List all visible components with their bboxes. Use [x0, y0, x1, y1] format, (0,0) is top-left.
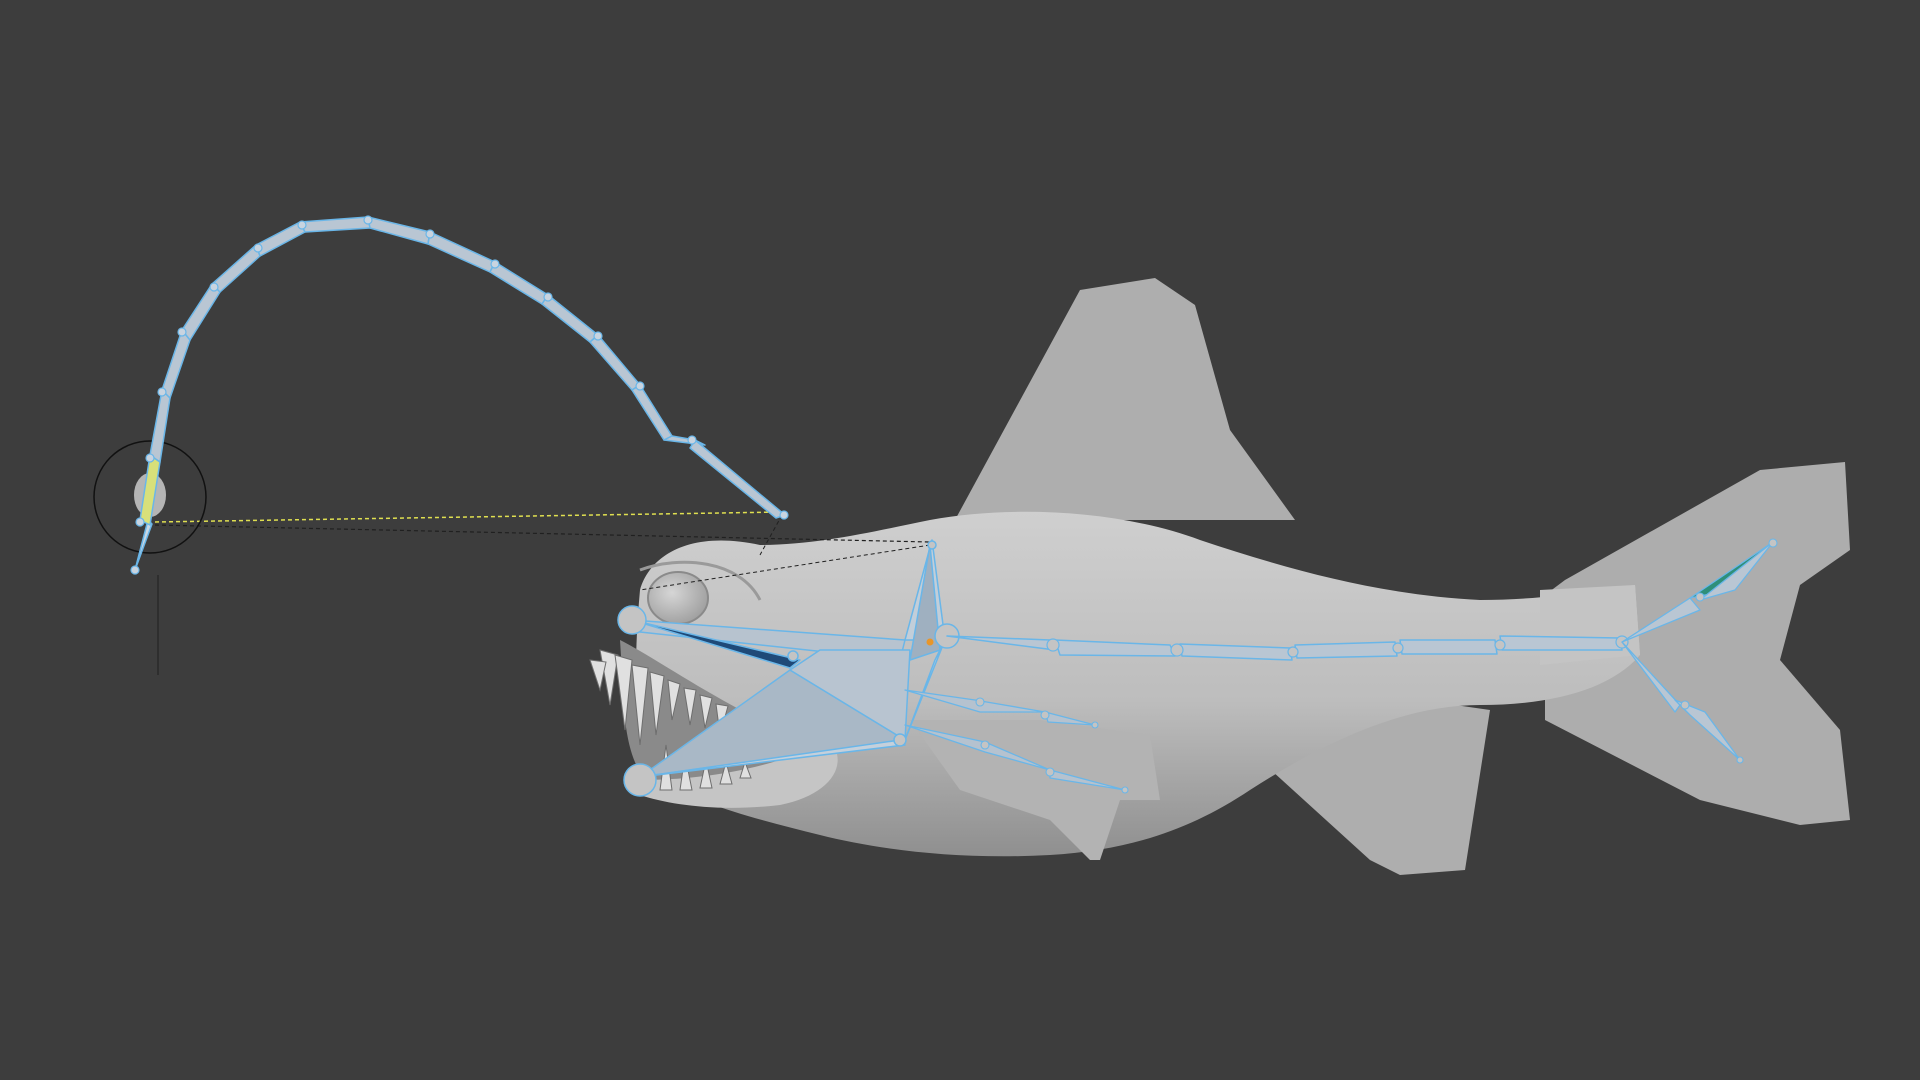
scene-canvas[interactable] — [0, 0, 1920, 1080]
relation-line — [154, 524, 931, 543]
eye — [647, 571, 709, 625]
pivot-point — [926, 638, 934, 646]
lure-spine — [134, 216, 786, 571]
ik-line — [154, 511, 783, 523]
tail-base — [1540, 585, 1640, 665]
3d-viewport[interactable] — [0, 0, 1920, 1080]
dorsal-fin — [955, 278, 1295, 520]
